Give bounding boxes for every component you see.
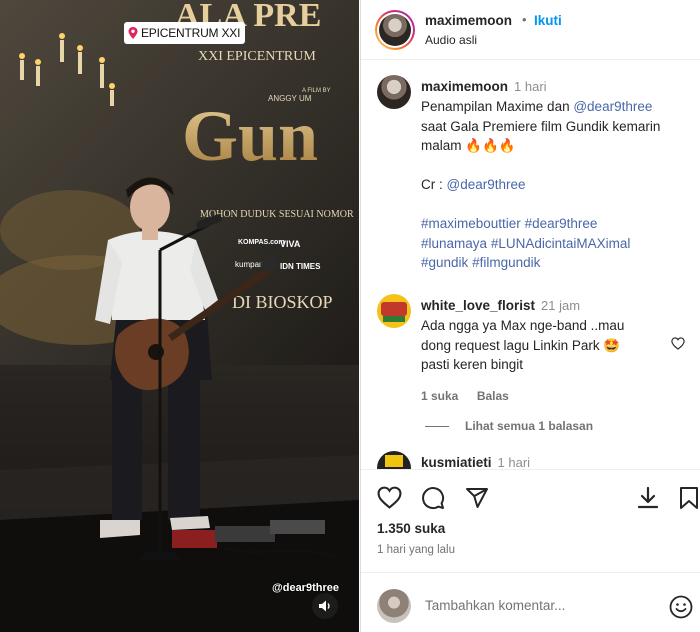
comment-line3: pasti keren bingit [421, 357, 524, 372]
poster-now-showing: DI BIOSKOP [232, 292, 333, 312]
post-media[interactable]: ALA PRE XXI EPICENTRUM A FILM BY ANGGY U… [0, 0, 359, 632]
share-send-icon[interactable] [465, 486, 489, 510]
caption-text: Penampilan Maxime dan @dear9three saat G… [421, 97, 691, 273]
likes-count[interactable]: 1.350 suka [377, 521, 445, 536]
view-replies-label: Lihat semua 1 balasan [465, 419, 594, 433]
caption-time[interactable]: 1 hari [514, 79, 547, 94]
caption-line2: saat Gala Premiere film Gundik kemarin [421, 118, 661, 134]
credit-label: Cr : [421, 177, 447, 192]
view-replies-link[interactable]: Lihat semua 1 balasan [425, 419, 593, 433]
post-side-panel: maximemoon • Ikuti Audio asli maximemoon… [360, 0, 700, 632]
hashtag-link[interactable]: #LUNAdicintaiMAXimal [491, 236, 631, 251]
comment-line2: dong request lagu Linkin Park 🤩 [421, 337, 621, 353]
comment-input[interactable] [425, 595, 655, 615]
bookmark-icon[interactable] [679, 486, 699, 510]
concert-video-frame: ALA PRE XXI EPICENTRUM A FILM BY ANGGY U… [0, 0, 359, 632]
comment-time[interactable]: 21 jam [541, 298, 580, 313]
comment-username[interactable]: white_love_florist [421, 298, 535, 313]
follow-button[interactable]: Ikuti [534, 13, 562, 28]
poster-film-title: Gun [182, 96, 318, 176]
commenter-avatar[interactable] [377, 294, 411, 328]
mention-link[interactable]: @dear9three [573, 99, 652, 114]
commenter-avatar[interactable] [377, 451, 411, 469]
hashtag-link[interactable]: #lunamaya [421, 236, 487, 251]
comment-composer [361, 572, 700, 632]
post-header: maximemoon • Ikuti Audio asli [361, 0, 700, 60]
poster-venue: XXI EPICENTRUM [198, 49, 316, 64]
caption-line1: Penampilan Maxime dan [421, 99, 574, 114]
location-label: EPICENTRUM XXI [141, 26, 241, 40]
comment-time[interactable]: 1 hari [498, 455, 531, 469]
comment-likes[interactable]: 1 suka [421, 389, 458, 403]
comment-icon[interactable] [421, 486, 445, 510]
sponsor-4: IDN TIMES [280, 262, 321, 271]
comment-line1: Ada ngga ya Max nge-band ..mau [421, 318, 625, 333]
location-tag[interactable]: EPICENTRUM XXI [124, 22, 246, 44]
separator-dot: • [522, 12, 527, 27]
caption-line3: malam 🔥🔥🔥 [421, 138, 516, 153]
post-actions: 1.350 suka 1 hari yang lalu [361, 469, 700, 570]
caption-username[interactable]: maximemoon [421, 79, 508, 94]
comment-text: Ada ngga ya Max nge-band ..mau dong requ… [421, 316, 671, 375]
comment-block: kusmiatieti 1 hari [421, 454, 700, 469]
comment-like-heart-icon[interactable] [671, 337, 685, 350]
hashtag-link[interactable]: #gundik [421, 255, 468, 270]
caption-avatar[interactable] [377, 75, 411, 109]
audio-label[interactable]: Audio asli [425, 33, 477, 47]
author-username[interactable]: maximemoon [425, 13, 512, 28]
video-credit-tag[interactable]: @dear9three [272, 582, 339, 594]
hashtag-link[interactable]: #dear9three [525, 216, 598, 231]
hashtag-link[interactable]: #filmgundik [472, 255, 540, 270]
author-avatar[interactable] [375, 10, 415, 50]
comment-username[interactable]: kusmiatieti [421, 455, 492, 469]
emoji-smiley-icon[interactable] [669, 595, 693, 619]
speaker-icon [319, 600, 330, 612]
location-pin-icon [128, 27, 138, 39]
sound-toggle-button[interactable] [312, 593, 338, 619]
comments-section[interactable]: maximemoon 1 hari Penampilan Maxime dan @… [361, 61, 700, 469]
comment-block: white_love_florist 21 jam Ada ngga ya Max… [421, 297, 671, 405]
reply-button[interactable]: Balas [477, 389, 509, 403]
download-icon[interactable] [637, 486, 659, 510]
sponsor-2: VIVA [280, 239, 301, 249]
hashtag-link[interactable]: #maximebouttier [421, 216, 521, 231]
like-heart-icon[interactable] [377, 486, 402, 509]
post-time-ago[interactable]: 1 hari yang lalu [377, 544, 455, 556]
credit-mention-link[interactable]: @dear9three [447, 177, 526, 192]
sponsor-1: KOMPAS.com [238, 239, 285, 246]
viewer-avatar [377, 589, 411, 623]
caption-block: maximemoon 1 hari Penampilan Maxime dan @… [421, 78, 691, 273]
poster-notice: MOHON DUDUK SESUAI NOMOR [200, 209, 354, 220]
